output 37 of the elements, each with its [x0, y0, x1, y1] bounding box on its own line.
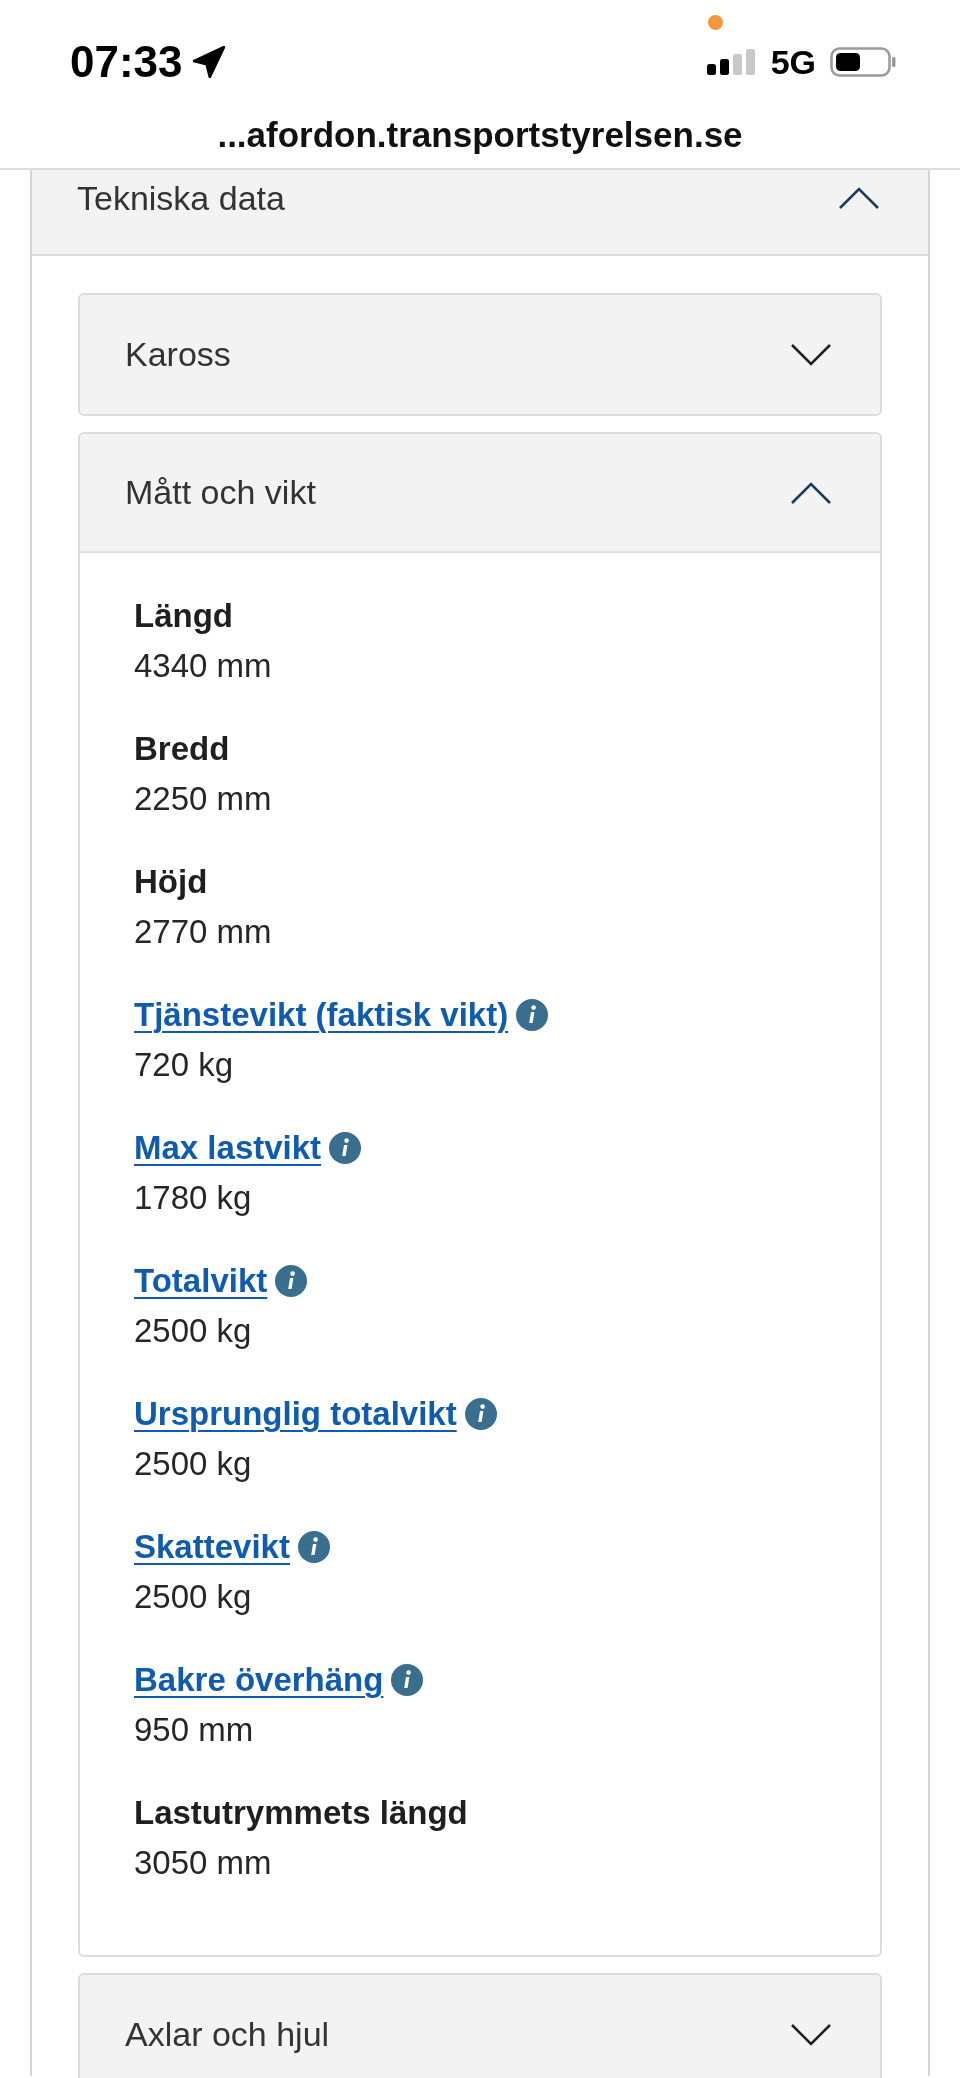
- info-icon[interactable]: [516, 999, 549, 1031]
- field-link[interactable]: Totalvikt: [134, 1256, 268, 1306]
- info-icon[interactable]: [391, 1664, 424, 1696]
- field-value: 720 kg: [134, 1045, 234, 1085]
- field-value: 1780 kg: [134, 1178, 252, 1218]
- field-label: Höjd: [134, 862, 208, 902]
- field-label: Bredd: [134, 729, 230, 769]
- field-value: 2500 kg: [134, 1444, 252, 1484]
- network-label: 5G: [770, 45, 816, 79]
- indicator-dot-icon: [708, 15, 723, 30]
- info-icon[interactable]: [329, 1132, 362, 1164]
- location-arrow-icon: [192, 46, 225, 78]
- field-label: Lastutrymmets längd: [134, 1793, 468, 1833]
- field-value: 2500 kg: [134, 1577, 252, 1617]
- signal-icon: [706, 49, 757, 75]
- url-text[interactable]: ...afordon.transportstyrelsen.se: [217, 116, 743, 152]
- field-link[interactable]: Tjänstevikt (faktisk vikt): [134, 990, 509, 1040]
- field-value: 2250 mm: [134, 779, 272, 819]
- status-time: 07:33: [70, 40, 183, 84]
- info-icon[interactable]: [275, 1265, 308, 1297]
- field-link[interactable]: Skattevikt: [134, 1522, 290, 1572]
- accordion-header[interactable]: Mått och vikt: [80, 434, 880, 553]
- battery-icon: [830, 47, 896, 77]
- info-icon[interactable]: [464, 1398, 497, 1430]
- accordion-header[interactable]: Kaross: [80, 295, 880, 414]
- field-value: 2770 mm: [134, 912, 272, 952]
- field-link[interactable]: Ursprunglig totalvikt: [134, 1389, 457, 1439]
- info-icon[interactable]: [297, 1531, 330, 1563]
- field-label: Längd: [134, 596, 233, 636]
- field-link[interactable]: Bakre överhäng: [134, 1655, 384, 1705]
- field-link[interactable]: Max lastvikt: [134, 1123, 322, 1173]
- field-value: 2500 kg: [134, 1311, 252, 1351]
- accordion-header[interactable]: Axlar och hjul: [80, 1975, 880, 2078]
- field-value: 3050 mm: [134, 1843, 272, 1883]
- field-value: 4340 mm: [134, 646, 272, 686]
- section-header[interactable]: Tekniska data: [32, 170, 928, 256]
- field-value: 950 mm: [134, 1710, 254, 1750]
